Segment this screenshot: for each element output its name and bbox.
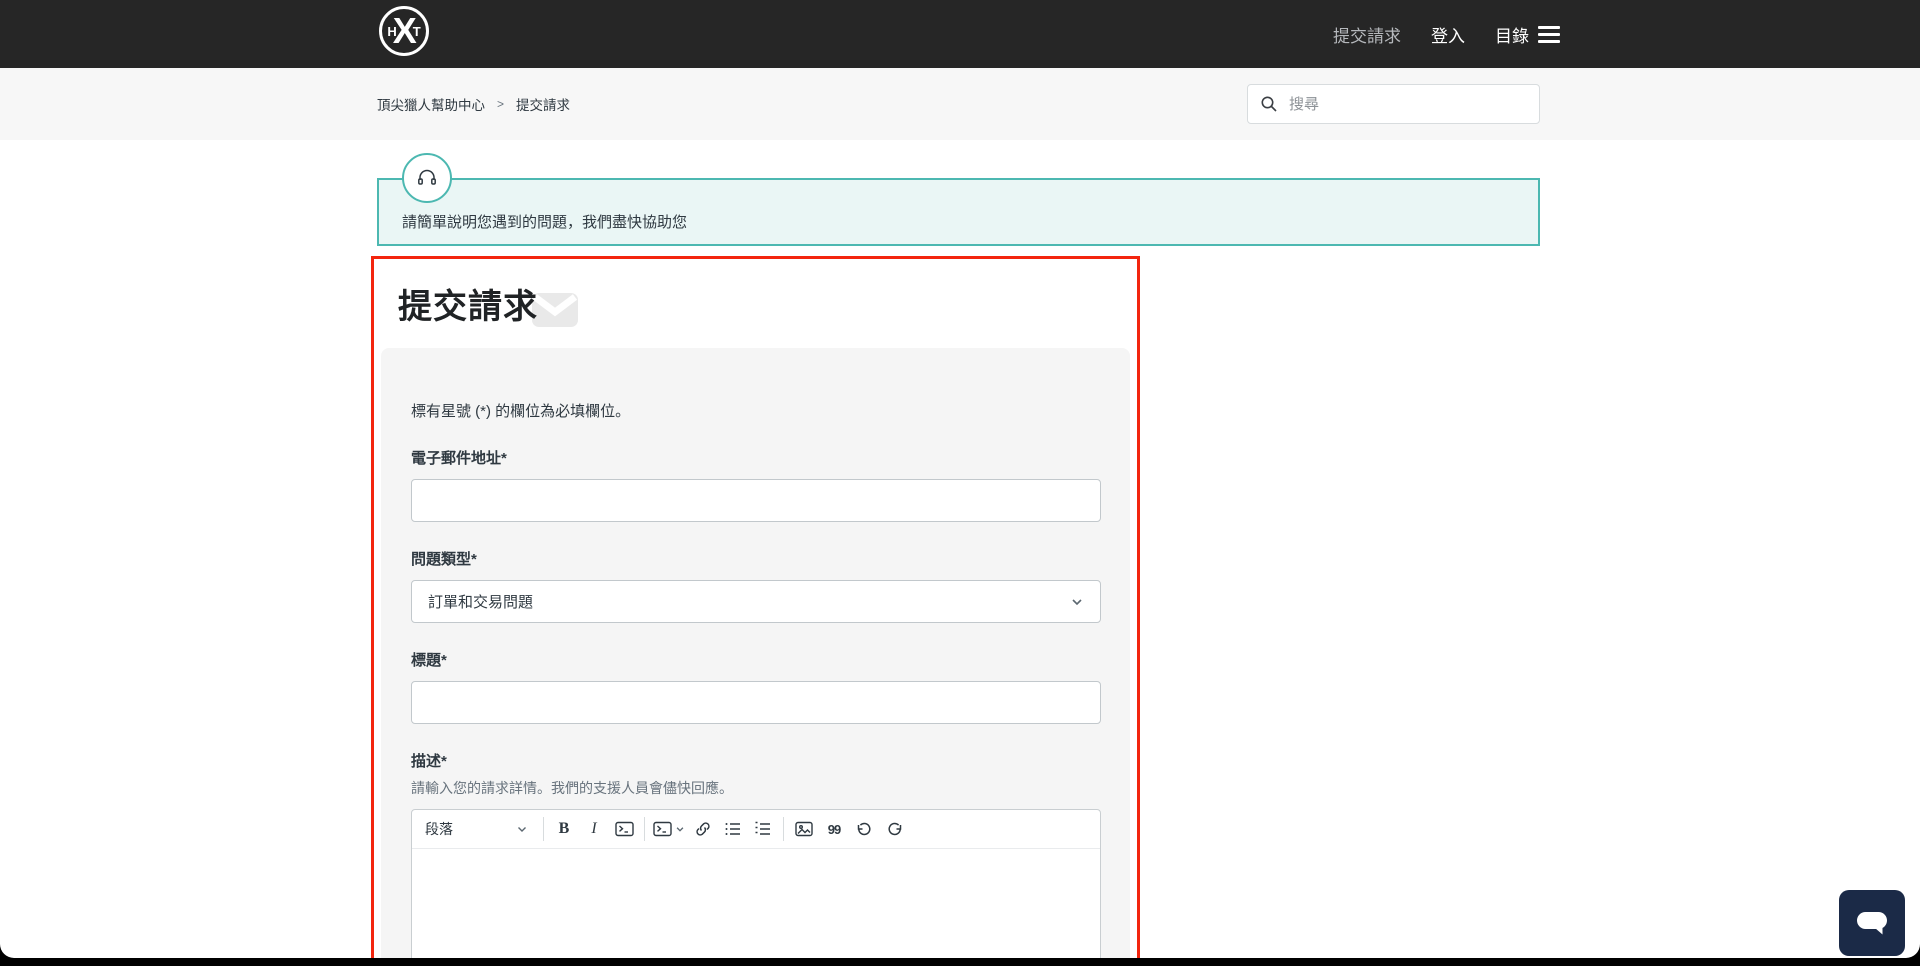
subject-field-group: 標題* xyxy=(411,649,1101,724)
italic-button[interactable]: I xyxy=(579,814,609,844)
issue-type-selected-value: 訂單和交易問題 xyxy=(428,594,534,611)
paragraph-style-label: 段落 xyxy=(425,821,453,837)
breadcrumb-current: 提交請求 xyxy=(516,98,571,113)
info-banner: 請簡單說明您遇到的問題，我們盡快協助您 xyxy=(377,153,1540,246)
subject-input[interactable] xyxy=(411,681,1101,724)
envelope-icon xyxy=(532,293,578,327)
description-hint: 請輸入您的請求詳情。我們的支援人員會儘快回應。 xyxy=(411,780,733,796)
submit-request-section-highlighted: 提交請求 標有星號 (*) 的欄位為必填欄位。 電子郵件地址* 問題類型* 訂單… xyxy=(371,256,1140,958)
code-icon xyxy=(614,821,634,837)
form-title-row: 提交請求 xyxy=(374,259,1137,348)
brand-logo[interactable]: H X T xyxy=(379,6,429,56)
issue-type-field-group: 問題類型* 訂單和交易問題 xyxy=(411,548,1101,623)
code-span-button[interactable] xyxy=(609,814,639,844)
rich-text-editor: 段落 B I 99 xyxy=(411,809,1101,958)
bullet-list-icon xyxy=(725,823,740,835)
nav-menu-label: 目錄 xyxy=(1495,26,1529,46)
description-label: 描述* xyxy=(411,753,447,770)
description-editor-area[interactable] xyxy=(412,849,1100,958)
nav-menu-button[interactable]: 目錄 xyxy=(1495,22,1560,47)
redo-button[interactable] xyxy=(879,814,909,844)
bullet-list-button[interactable] xyxy=(718,814,748,844)
chevron-down-icon xyxy=(518,827,526,832)
code-block-button[interactable] xyxy=(650,814,688,844)
request-form-panel: 標有星號 (*) 的欄位為必填欄位。 電子郵件地址* 問題類型* 訂單和交易問題 xyxy=(381,348,1130,958)
chat-bubble-icon xyxy=(1857,912,1887,935)
image-icon xyxy=(795,821,813,837)
breadcrumb-home-link[interactable]: 頂尖獵人幫助中心 xyxy=(377,94,485,114)
email-field-group: 電子郵件地址* xyxy=(411,447,1101,522)
numbered-list-icon xyxy=(755,821,770,835)
nav-submit-request-link[interactable]: 提交請求 xyxy=(1333,22,1401,47)
required-fields-note: 標有星號 (*) 的欄位為必填欄位。 xyxy=(411,403,631,420)
chevron-down-icon xyxy=(1070,595,1084,609)
page: { "header": { "logo": { "left": "H", "ce… xyxy=(0,0,1920,966)
toolbar-separator xyxy=(644,817,645,841)
bold-button[interactable]: B xyxy=(549,814,579,844)
editor-toolbar: 段落 B I 99 xyxy=(412,810,1100,849)
search-input[interactable] xyxy=(1287,94,1527,114)
undo-button[interactable] xyxy=(849,814,879,844)
paragraph-style-select[interactable]: 段落 xyxy=(416,814,538,844)
redo-icon xyxy=(887,822,901,835)
nav-sign-in-link[interactable]: 登入 xyxy=(1431,22,1465,47)
breadcrumb-band: 頂尖獵人幫助中心 > 提交請求 xyxy=(0,68,1920,140)
hamburger-icon xyxy=(1538,25,1560,43)
numbered-list-button[interactable] xyxy=(748,814,778,844)
toolbar-separator xyxy=(543,817,544,841)
subject-label: 標題* xyxy=(411,652,447,669)
logo-letter-t: T xyxy=(412,23,421,39)
search-box[interactable] xyxy=(1247,84,1540,124)
breadcrumb: 頂尖獵人幫助中心 > 提交請求 xyxy=(377,94,570,114)
breadcrumb-separator: > xyxy=(497,97,505,111)
issue-type-select[interactable]: 訂單和交易問題 xyxy=(411,580,1101,623)
link-button[interactable] xyxy=(688,814,718,844)
chat-launcher-button[interactable] xyxy=(1839,890,1905,956)
link-icon xyxy=(696,822,710,836)
email-label: 電子郵件地址* xyxy=(411,450,507,467)
page-title: 提交請求 xyxy=(398,288,538,326)
description-field-group: 描述* 請輸入您的請求詳情。我們的支援人員會儘快回應。 段落 B I 99 xyxy=(411,750,1101,958)
quote-button[interactable]: 99 xyxy=(819,814,849,844)
info-banner-message: 請簡單說明您遇到的問題，我們盡快協助您 xyxy=(402,214,688,231)
chevron-down-icon xyxy=(676,827,684,832)
insert-image-button[interactable] xyxy=(789,814,819,844)
headset-icon xyxy=(402,153,452,203)
top-navigation: 提交請求 登入 目錄 xyxy=(1333,0,1560,68)
issue-type-label: 問題類型* xyxy=(411,551,477,568)
top-header: H X T 提交請求 登入 目錄 xyxy=(0,0,1920,68)
code-block-icon xyxy=(653,821,672,837)
email-input[interactable] xyxy=(411,479,1101,522)
toolbar-separator xyxy=(783,817,784,841)
search-icon xyxy=(1260,95,1278,113)
undo-icon xyxy=(857,822,871,835)
page-content: H X T 提交請求 登入 目錄 頂尖獵人幫助中心 > 提交請求 搜尋 請簡單說… xyxy=(0,0,1920,958)
